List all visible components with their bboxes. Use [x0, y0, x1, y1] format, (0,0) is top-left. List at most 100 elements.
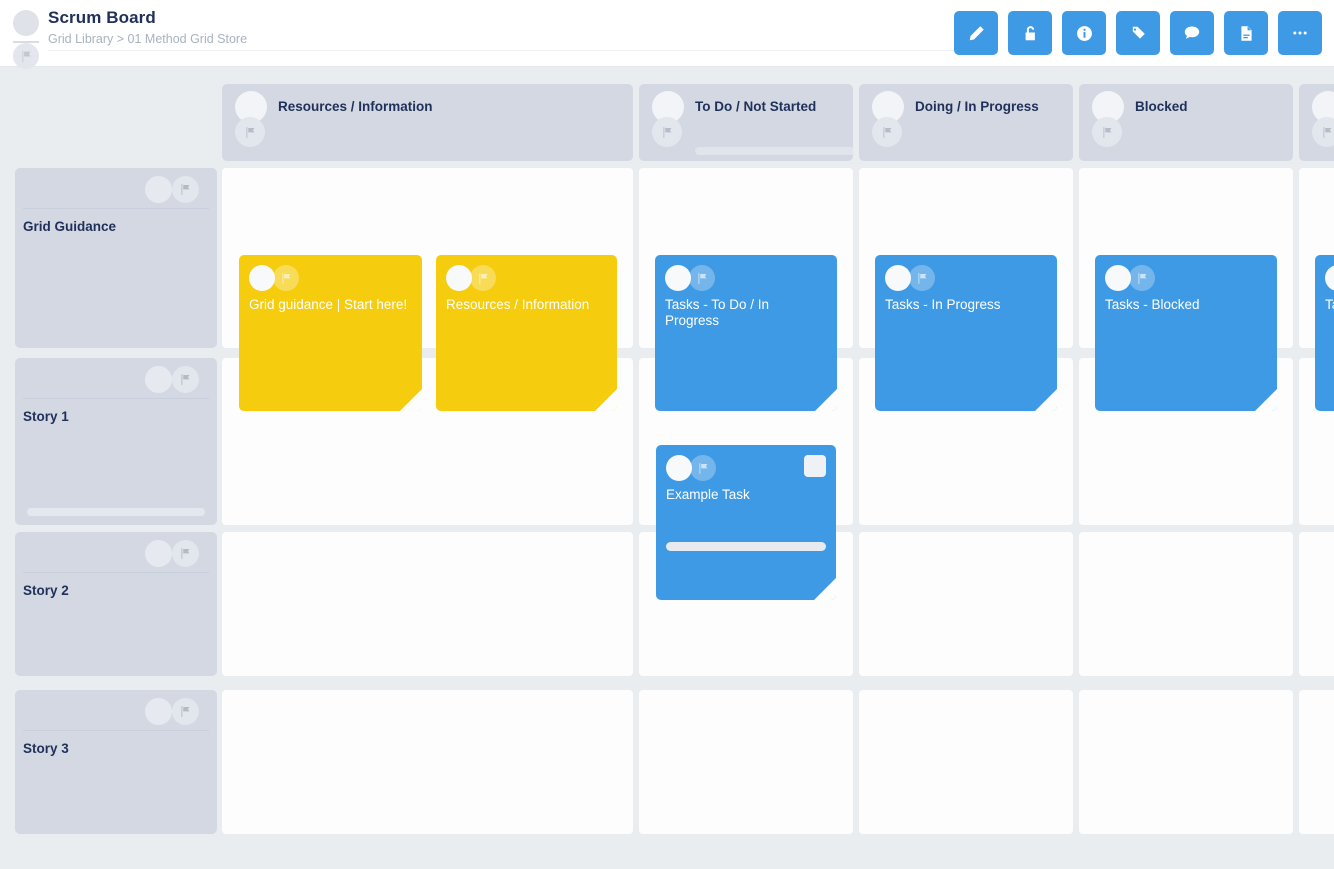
- column-header[interactable]: To Do / Not Started: [639, 84, 853, 161]
- comment-button[interactable]: [1170, 11, 1214, 55]
- row-header[interactable]: Story 2: [15, 532, 217, 676]
- card-title: Ta: [1325, 297, 1334, 312]
- avatar: [885, 265, 911, 291]
- column-header-label: To Do / Not Started: [695, 99, 817, 114]
- info-icon: [1076, 25, 1092, 41]
- column-header-icons: [1089, 91, 1127, 155]
- row-header-divider: [23, 572, 209, 573]
- column-header-bar: [695, 147, 853, 155]
- board-cell[interactable]: [859, 690, 1073, 834]
- header-toolbar: [954, 11, 1322, 55]
- scrum-board: Resources / Information To Do / Not Start…: [0, 67, 1334, 869]
- column-header-icons: [869, 91, 907, 155]
- card-title: Tasks - In Progress: [885, 297, 1001, 312]
- board-card[interactable]: Tasks - To Do / In Progress: [655, 255, 837, 411]
- card-icons: [885, 265, 941, 291]
- ellipsis-icon: [1293, 31, 1307, 35]
- board-cell[interactable]: [1299, 532, 1334, 676]
- grid-corner-spacer: [0, 67, 222, 164]
- page-title: Scrum Board: [48, 8, 156, 27]
- card-badge[interactable]: [804, 455, 826, 477]
- column-header-label: Blocked: [1135, 99, 1188, 114]
- column-header-icons: [232, 91, 270, 155]
- avatar: [446, 265, 472, 291]
- card-title: Resources / Information: [446, 297, 590, 312]
- row-header-icons: [145, 540, 209, 568]
- avatar: [249, 265, 275, 291]
- flag-icon: [470, 265, 496, 291]
- row-header-divider: [23, 730, 209, 731]
- tag-button[interactable]: [1116, 11, 1160, 55]
- column-header-row: Resources / Information To Do / Not Start…: [0, 67, 1334, 164]
- board-card[interactable]: Example Task: [656, 445, 836, 600]
- export-pdf-button[interactable]: [1224, 11, 1268, 55]
- row-header-icons: [145, 366, 209, 394]
- avatar: [145, 540, 172, 567]
- row-header-label: Grid Guidance: [23, 219, 117, 234]
- column-header[interactable]: Doing / In Progress: [859, 84, 1073, 161]
- flag-icon: [689, 265, 715, 291]
- board-cell[interactable]: [222, 532, 633, 676]
- tag-icon: [1132, 26, 1145, 39]
- pencil-icon: [969, 25, 984, 40]
- row-header-divider: [23, 208, 209, 209]
- column-header[interactable]: Blocked: [1079, 84, 1293, 161]
- unlock-button[interactable]: [1008, 11, 1052, 55]
- header-rule: [48, 50, 978, 51]
- row-header[interactable]: Story 1: [15, 358, 217, 525]
- column-header-icons: [1309, 91, 1334, 155]
- flag-icon: [690, 455, 716, 481]
- row-header-icons: [145, 698, 209, 726]
- board-card[interactable]: Grid guidance | Start here!: [239, 255, 422, 411]
- flag-icon: [1092, 117, 1122, 147]
- card-icons: [249, 265, 305, 291]
- avatar: [145, 698, 172, 725]
- board-card[interactable]: Resources / Information: [436, 255, 617, 411]
- row-header-bar: [27, 508, 205, 516]
- row-header[interactable]: Story 3: [15, 690, 217, 834]
- card-fold-corner: [814, 578, 836, 600]
- comment-icon: [1184, 26, 1200, 39]
- avatar: [666, 455, 692, 481]
- header-title-block: Scrum Board Grid Library > 01 Method Gri…: [10, 5, 978, 69]
- unlock-icon: [1025, 25, 1035, 40]
- board-card[interactable]: Tasks - Blocked: [1095, 255, 1277, 411]
- row-header-icons: [145, 176, 209, 204]
- flag-icon: [1129, 265, 1155, 291]
- card-fold-corner: [595, 389, 617, 411]
- column-header-label: Doing / In Progress: [915, 99, 1039, 114]
- info-button[interactable]: [1062, 11, 1106, 55]
- card-fold-corner: [1255, 389, 1277, 411]
- board-cell[interactable]: [1079, 532, 1293, 676]
- card-icons: [666, 455, 722, 481]
- board-cell[interactable]: [1299, 690, 1334, 834]
- flag-icon: [172, 366, 199, 393]
- flag-icon: [172, 698, 199, 725]
- card-title: Tasks - To Do / In Progress: [665, 297, 770, 328]
- flag-icon: [1312, 117, 1334, 147]
- board-cell[interactable]: [859, 532, 1073, 676]
- board-cell[interactable]: [1079, 690, 1293, 834]
- row-header[interactable]: Grid Guidance: [15, 168, 217, 348]
- card-icons: [1325, 265, 1334, 291]
- flag-icon: [652, 117, 682, 147]
- card-title: Grid guidance | Start here!: [249, 297, 408, 312]
- card-progress-bar: [666, 542, 826, 551]
- avatar: [145, 366, 172, 393]
- board-cell[interactable]: [639, 690, 853, 834]
- board-card[interactable]: Ta: [1315, 255, 1334, 411]
- document-icon: [1240, 25, 1252, 41]
- column-header[interactable]: [1299, 84, 1334, 161]
- more-options-button[interactable]: [1278, 11, 1322, 55]
- column-header[interactable]: Resources / Information: [222, 84, 633, 161]
- flag-icon: [235, 117, 265, 147]
- card-fold-corner: [400, 389, 422, 411]
- edit-button[interactable]: [954, 11, 998, 55]
- board-card[interactable]: Tasks - In Progress: [875, 255, 1057, 411]
- row-header-divider: [23, 398, 209, 399]
- board-cell[interactable]: [222, 690, 633, 834]
- avatar: [665, 265, 691, 291]
- card-fold-corner: [815, 389, 837, 411]
- card-title: Tasks - Blocked: [1105, 297, 1200, 312]
- avatar: [145, 176, 172, 203]
